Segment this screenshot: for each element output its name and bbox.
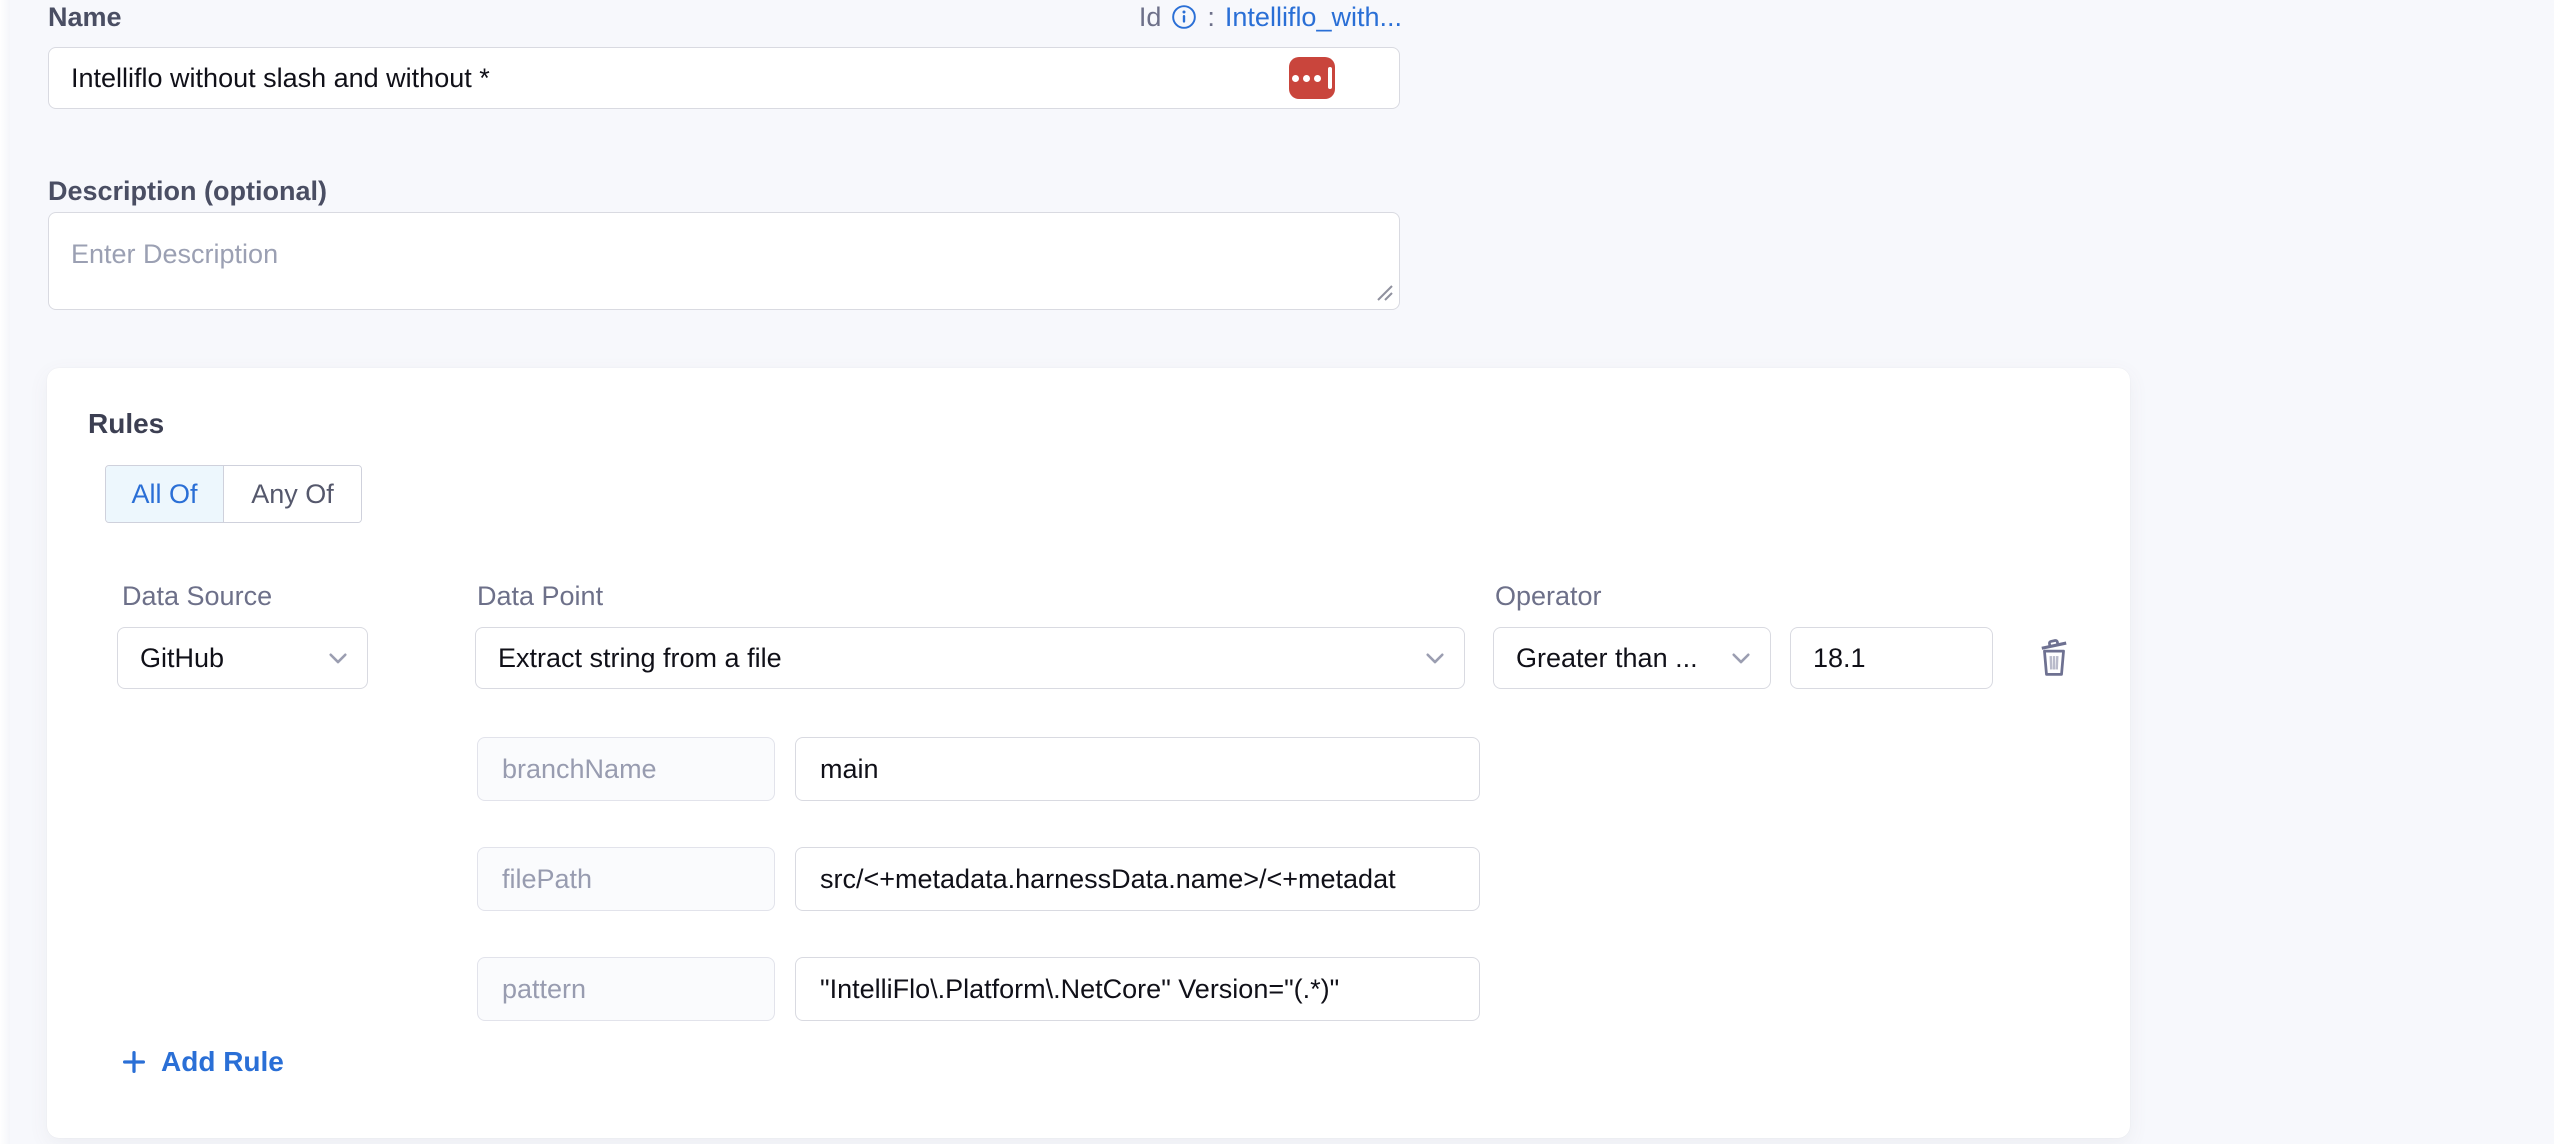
param-value-pattern[interactable] xyxy=(795,957,1480,1021)
name-input[interactable] xyxy=(48,47,1400,109)
operator-value-input[interactable] xyxy=(1790,627,1993,689)
description-label: Description (optional) xyxy=(48,176,327,207)
param-key-filepath[interactable] xyxy=(477,847,775,911)
password-manager-icon[interactable] xyxy=(1289,57,1335,99)
trash-icon xyxy=(2032,633,2076,681)
operator-label: Operator xyxy=(1495,581,1602,612)
delete-rule-button[interactable] xyxy=(2032,633,2076,681)
dot xyxy=(1303,75,1310,82)
add-rule-label: Add Rule xyxy=(161,1046,284,1078)
chevron-down-icon xyxy=(1728,645,1754,671)
param-key-pattern[interactable] xyxy=(477,957,775,1021)
param-value-branchname[interactable] xyxy=(795,737,1480,801)
rules-card: Rules All Of Any Of Data Source Data Poi… xyxy=(47,368,2130,1138)
entity-id-link[interactable]: Intelliflo_with... xyxy=(1225,2,1402,33)
any-of-button[interactable]: Any Of xyxy=(224,466,361,522)
data-source-label: Data Source xyxy=(122,581,272,612)
description-textarea[interactable] xyxy=(48,212,1400,310)
name-label: Name xyxy=(48,2,122,33)
id-label: Id xyxy=(1139,2,1162,33)
rules-title: Rules xyxy=(88,408,164,440)
data-source-value: GitHub xyxy=(140,643,224,674)
chevron-down-icon xyxy=(1422,645,1448,671)
cursor-bar xyxy=(1328,67,1332,89)
info-icon[interactable] xyxy=(1171,4,1197,30)
data-point-label: Data Point xyxy=(477,581,603,612)
data-point-dropdown[interactable]: Extract string from a file xyxy=(475,627,1465,689)
dot xyxy=(1292,75,1299,82)
rule-match-toggle: All Of Any Of xyxy=(105,465,362,523)
all-of-button[interactable]: All Of xyxy=(106,466,224,522)
id-colon: : xyxy=(1207,2,1215,33)
operator-dropdown[interactable]: Greater than ... xyxy=(1493,627,1771,689)
data-point-value: Extract string from a file xyxy=(498,643,782,674)
panel-left-edge xyxy=(0,0,10,1144)
entity-id-row: Id : Intelliflo_with... xyxy=(1110,0,1402,34)
param-value-filepath[interactable] xyxy=(795,847,1480,911)
plus-icon xyxy=(119,1047,149,1077)
dot xyxy=(1314,75,1321,82)
data-source-dropdown[interactable]: GitHub xyxy=(117,627,368,689)
chevron-down-icon xyxy=(325,645,351,671)
operator-value: Greater than ... xyxy=(1516,643,1698,674)
add-rule-button[interactable]: Add Rule xyxy=(119,1046,284,1078)
param-key-branchname[interactable] xyxy=(477,737,775,801)
